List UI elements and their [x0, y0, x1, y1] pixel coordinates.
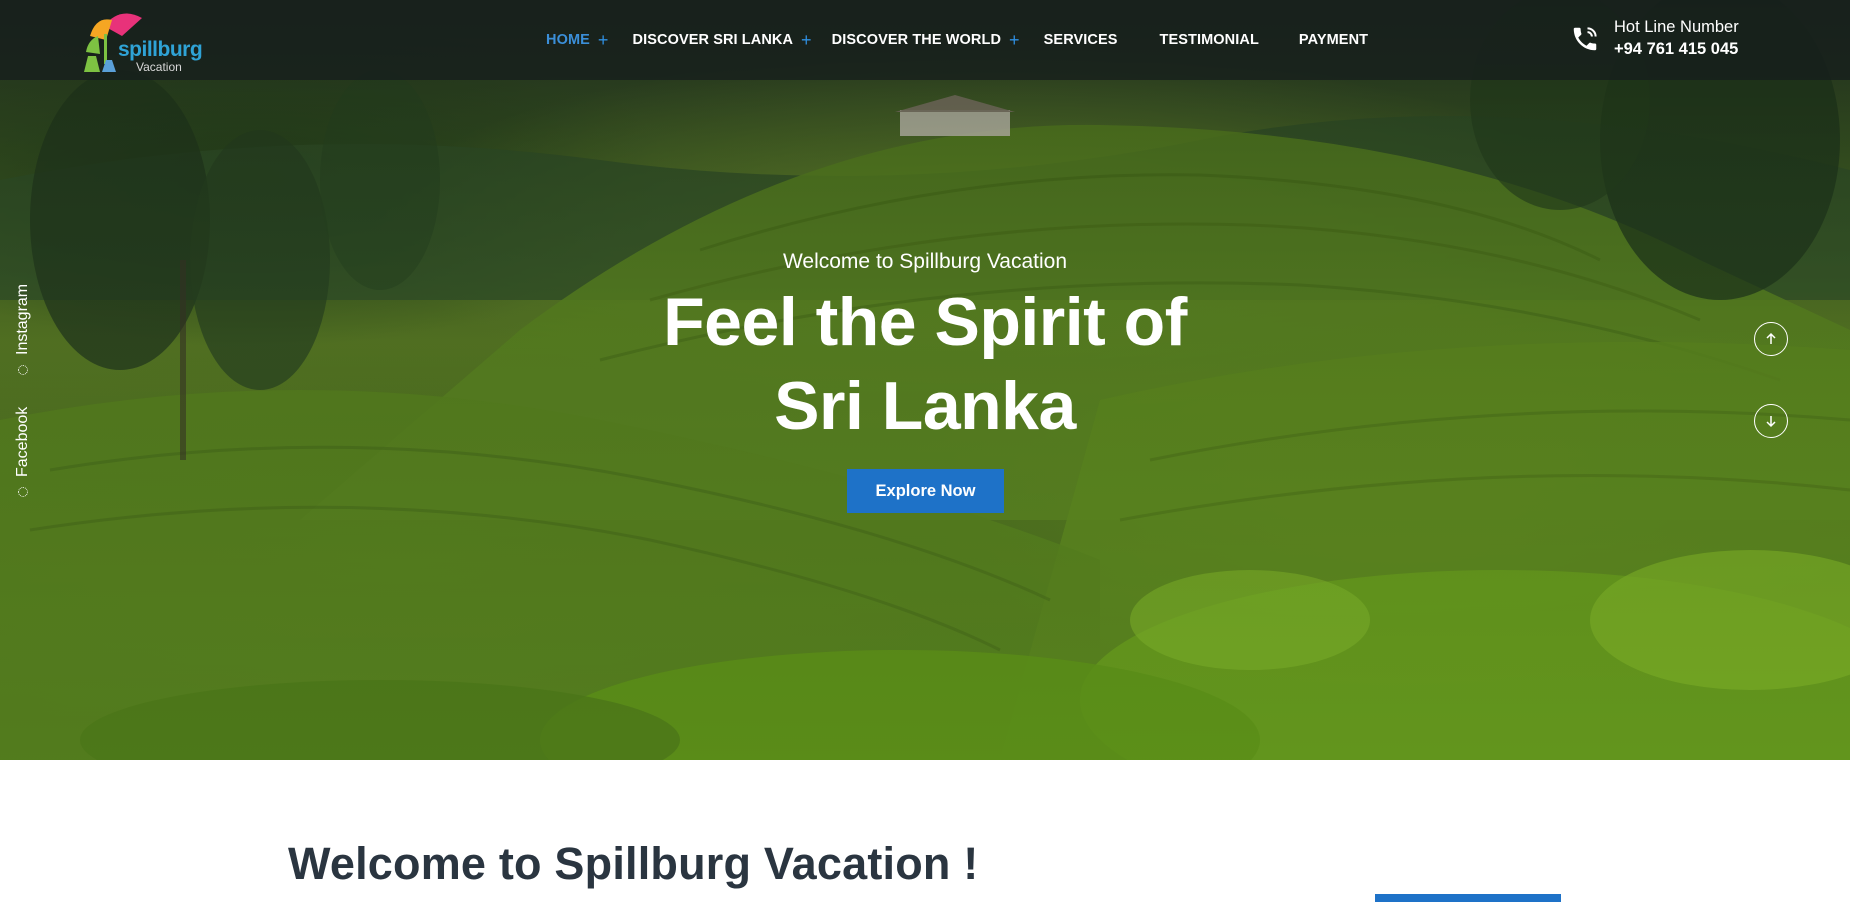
- arrow-down-icon: [1766, 416, 1776, 428]
- slider-next-button[interactable]: [1754, 404, 1788, 438]
- welcome-section-heading: Welcome to Spillburg Vacation !: [288, 838, 979, 889]
- instagram-icon: [18, 365, 28, 375]
- nav-payment[interactable]: PAYMENT: [1299, 32, 1368, 48]
- social-facebook[interactable]: Facebook: [14, 407, 32, 497]
- nav-services-label: SERVICES: [1043, 32, 1118, 48]
- hero-title-line-1: Feel the Spirit of: [663, 284, 1187, 360]
- plus-icon[interactable]: +: [598, 31, 609, 49]
- site-header: spillburg Vacation HOME + DISCOVER SRI L…: [0, 0, 1850, 80]
- nav-home-label: HOME: [546, 32, 590, 48]
- nav-services[interactable]: SERVICES: [1044, 32, 1118, 48]
- nav-testimonial[interactable]: TESTIMONIAL: [1160, 32, 1259, 48]
- hotline-number[interactable]: +94 761 415 045: [1614, 40, 1738, 59]
- section-button[interactable]: [1375, 894, 1561, 902]
- nav-testimonial-label: TESTIMONIAL: [1159, 32, 1259, 48]
- explore-now-button[interactable]: Explore Now: [847, 469, 1004, 513]
- nav-discover-sri-lanka-label: DISCOVER SRI LANKA: [632, 32, 794, 48]
- hotline-label: Hot Line Number: [1614, 18, 1739, 36]
- phone-icon: [1573, 27, 1597, 51]
- nav-home[interactable]: HOME +: [546, 31, 609, 49]
- nav-discover-the-world-label: DISCOVER THE WORLD: [831, 32, 1002, 48]
- social-facebook-label: Facebook: [14, 406, 31, 477]
- plus-icon[interactable]: +: [1009, 31, 1020, 49]
- social-instagram-label: Instagram: [14, 283, 31, 355]
- hero-content: Welcome to Spillburg Vacation Feel the S…: [525, 244, 1325, 448]
- hero-title: Feel the Spirit of Sri Lanka: [525, 280, 1325, 448]
- social-instagram[interactable]: Instagram: [14, 284, 32, 375]
- nav-discover-the-world[interactable]: DISCOVER THE WORLD +: [832, 31, 1020, 49]
- main-nav: HOME + DISCOVER SRI LANKA + DISCOVER THE…: [546, 0, 1368, 80]
- plus-icon[interactable]: +: [801, 31, 812, 49]
- arrow-up-icon: [1766, 332, 1776, 344]
- hotline[interactable]: Hot Line Number +94 761 415 045: [1570, 18, 1830, 62]
- social-links: Instagram Facebook: [14, 265, 38, 505]
- site-logo[interactable]: spillburg Vacation: [82, 6, 212, 74]
- hero-welcome-text: Welcome to Spillburg Vacation: [782, 250, 1068, 273]
- nav-payment-label: PAYMENT: [1298, 32, 1369, 48]
- logo-brand-text: spillburg: [118, 38, 203, 61]
- logo-sub-text: Vacation: [136, 60, 182, 74]
- nav-discover-sri-lanka[interactable]: DISCOVER SRI LANKA +: [633, 31, 812, 49]
- hero-title-line-2: Sri Lanka: [774, 368, 1076, 444]
- facebook-icon: [18, 487, 28, 497]
- slider-prev-button[interactable]: [1754, 322, 1788, 356]
